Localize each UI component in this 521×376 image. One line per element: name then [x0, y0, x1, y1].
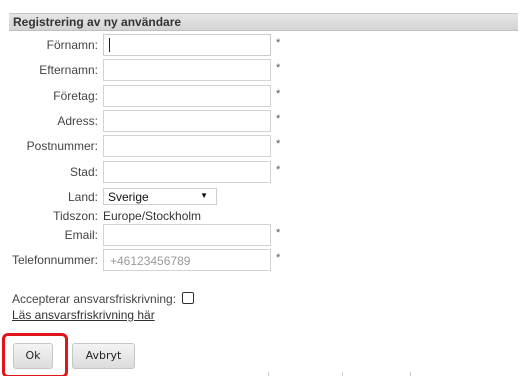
city-label: Stad:	[69, 165, 98, 179]
lastname-label: Efternamn:	[39, 63, 98, 77]
timezone-label: Tidszon:	[53, 209, 98, 223]
disclaimer-label: Accepterar ansvarsfriskrivning:	[12, 292, 177, 306]
lastname-input[interactable]	[103, 59, 271, 81]
firstname-input[interactable]	[103, 34, 271, 56]
phone-input[interactable]: +46123456789	[103, 249, 271, 271]
row-city: Stad: *	[0, 161, 521, 185]
phone-label: Telefonnummer:	[11, 253, 98, 267]
timezone-value: Europe/Stockholm	[103, 209, 202, 223]
required-mark: *	[276, 252, 281, 264]
row-lastname: Efternamn: *	[0, 59, 521, 83]
required-mark: *	[276, 113, 281, 125]
firstname-label: Förnamn:	[46, 38, 98, 52]
row-postcode: Postnummer: *	[0, 135, 521, 159]
company-label: Företag:	[53, 89, 98, 103]
cancel-button[interactable]: Avbryt	[72, 343, 135, 369]
form-title: Registrering av ny användare	[13, 15, 182, 29]
required-mark: *	[276, 37, 281, 49]
country-select[interactable]: Sverige ▼	[103, 188, 217, 205]
phone-placeholder: +46123456789	[110, 254, 191, 268]
disclaimer-checkbox[interactable]	[182, 292, 195, 304]
row-country: Land: Sverige ▼	[0, 187, 521, 207]
required-mark: *	[276, 62, 281, 74]
divider	[342, 372, 343, 376]
divider	[410, 372, 411, 376]
row-address: Adress: *	[0, 110, 521, 134]
disclaimer-row: Accepterar ansvarsfriskrivning:	[12, 292, 195, 306]
form-header: Registrering av ny användare	[9, 13, 518, 31]
row-email: Email: *	[0, 224, 521, 248]
row-timezone: Tidszon: Europe/Stockholm	[0, 205, 521, 225]
text-caret	[109, 38, 110, 52]
postcode-label: Postnummer:	[26, 139, 98, 153]
required-mark: *	[276, 88, 281, 100]
city-input[interactable]	[103, 161, 271, 183]
country-selected-value: Sverige	[108, 190, 149, 204]
email-label: Email:	[64, 228, 98, 242]
required-mark: *	[276, 138, 281, 150]
required-mark: *	[276, 164, 281, 176]
disclaimer-link[interactable]: Läs ansvarsfriskrivning här	[12, 308, 155, 322]
registration-page: Registrering av ny användare Förnamn: * …	[0, 0, 521, 376]
address-label: Adress:	[57, 114, 98, 128]
email-input[interactable]	[103, 224, 271, 246]
row-phone: Telefonnummer: +46123456789 *	[0, 249, 521, 273]
company-input[interactable]	[103, 85, 271, 107]
row-firstname: Förnamn: *	[0, 34, 521, 58]
divider	[268, 372, 269, 376]
required-mark: *	[276, 227, 281, 239]
ok-button-highlight	[2, 333, 68, 376]
postcode-input[interactable]	[103, 135, 271, 157]
country-label: Land:	[67, 190, 98, 204]
row-company: Företag: *	[0, 85, 521, 109]
address-input[interactable]	[103, 110, 271, 132]
chevron-down-icon: ▼	[200, 191, 208, 200]
